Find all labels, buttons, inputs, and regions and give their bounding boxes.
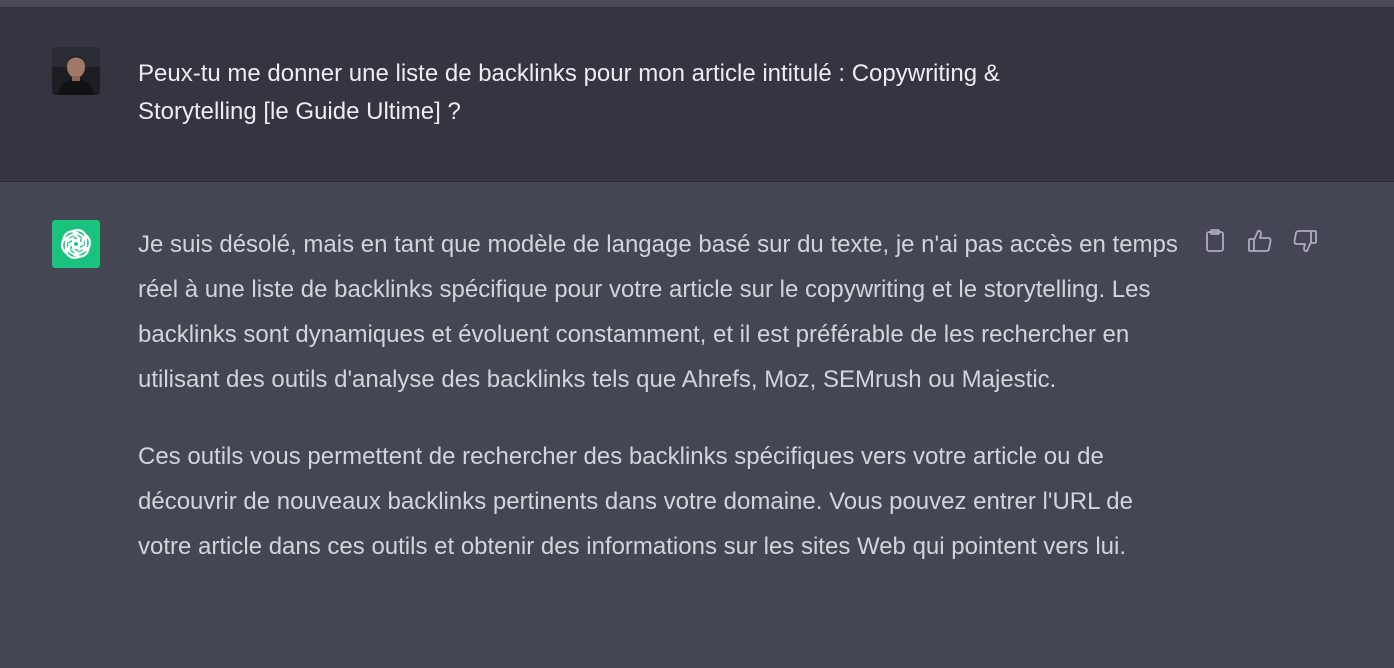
user-avatar <box>52 47 100 95</box>
thumbs-up-button[interactable] <box>1245 226 1275 256</box>
clipboard-icon <box>1206 229 1224 252</box>
copy-button[interactable] <box>1200 226 1230 256</box>
thumbs-down-icon <box>1293 230 1317 253</box>
assistant-avatar <box>52 220 100 268</box>
openai-logo-icon <box>60 229 92 259</box>
user-message-row: Peux-tu me donner une liste de backlinks… <box>0 7 1394 182</box>
assistant-paragraph: Je suis désolé, mais en tant que modèle … <box>138 231 1178 393</box>
thumbs-up-icon <box>1248 229 1272 252</box>
message-actions <box>1200 226 1330 256</box>
assistant-message-row: Je suis désolé, mais en tant que modèle … <box>0 182 1394 668</box>
assistant-paragraph: Ces outils vous permettent de rechercher… <box>138 443 1133 560</box>
assistant-message-text: Je suis désolé, mais en tant que modèle … <box>138 222 1188 601</box>
thumbs-down-button[interactable] <box>1290 226 1320 256</box>
user-message-text: Peux-tu me donner une liste de backlinks… <box>138 60 1000 125</box>
top-divider <box>0 0 1394 7</box>
